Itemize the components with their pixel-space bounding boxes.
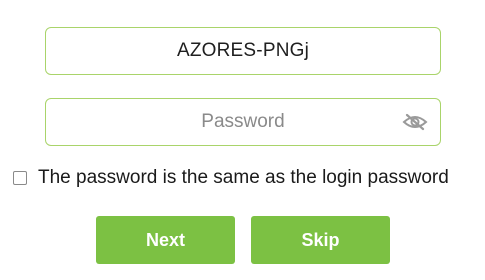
password-input[interactable] bbox=[91, 110, 395, 134]
same-password-checkbox[interactable] bbox=[13, 171, 27, 185]
same-password-row[interactable]: The password is the same as the login pa… bbox=[13, 167, 449, 189]
same-password-label: The password is the same as the login pa… bbox=[38, 167, 449, 188]
ssid-value: AZORES-PNGj bbox=[176, 40, 310, 61]
password-field[interactable] bbox=[45, 98, 441, 146]
ssid-field[interactable]: AZORES-PNGj bbox=[45, 27, 441, 75]
eye-hidden-icon[interactable] bbox=[402, 111, 428, 133]
skip-button[interactable]: Skip bbox=[251, 216, 390, 264]
next-button[interactable]: Next bbox=[96, 216, 235, 264]
